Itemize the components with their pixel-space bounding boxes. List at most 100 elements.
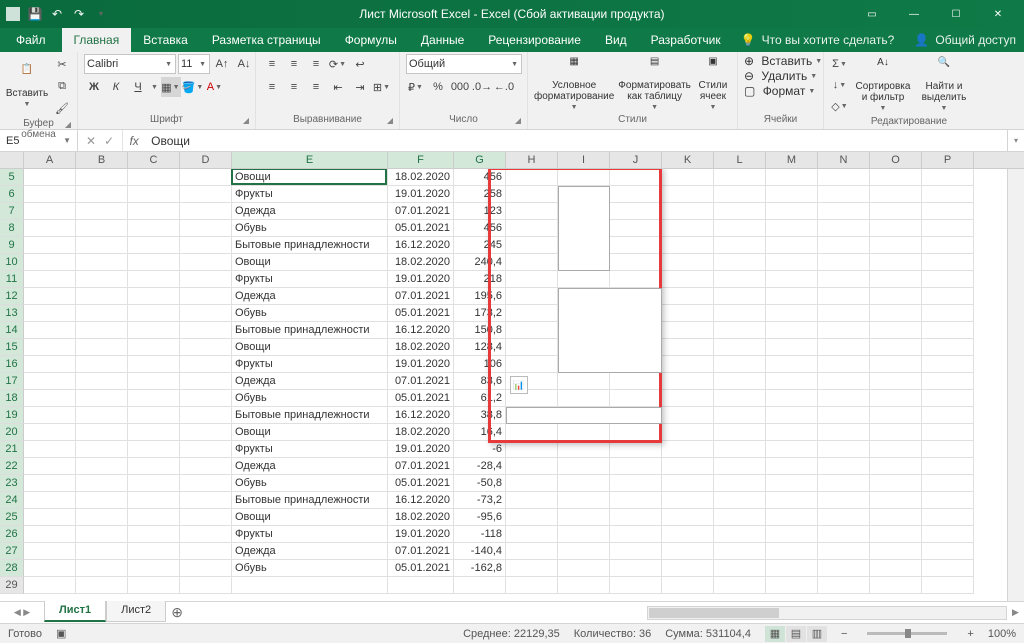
- cell[interactable]: Фрукты: [232, 356, 388, 373]
- cell[interactable]: [870, 509, 922, 526]
- cell[interactable]: [610, 458, 662, 475]
- zoom-slider[interactable]: [867, 632, 947, 635]
- cell[interactable]: [714, 305, 766, 322]
- cell[interactable]: [870, 407, 922, 424]
- cell[interactable]: 07.01.2021: [388, 543, 454, 560]
- cell[interactable]: [180, 407, 232, 424]
- cell[interactable]: 18.02.2020: [388, 339, 454, 356]
- row-header[interactable]: 8: [0, 220, 24, 237]
- col-header-O[interactable]: O: [870, 152, 922, 168]
- cell[interactable]: 173,2: [454, 305, 506, 322]
- row-header[interactable]: 26: [0, 526, 24, 543]
- zoom-level[interactable]: 100%: [988, 628, 1016, 640]
- add-sheet-button[interactable]: ⊕: [166, 602, 188, 623]
- cell[interactable]: [714, 271, 766, 288]
- cell[interactable]: [506, 305, 558, 322]
- cell[interactable]: -95,6: [454, 509, 506, 526]
- cell[interactable]: [610, 390, 662, 407]
- cell[interactable]: [128, 322, 180, 339]
- sheet-nav[interactable]: ◀ ▶: [0, 602, 44, 623]
- undo-icon[interactable]: ↶: [50, 7, 64, 21]
- cell[interactable]: [922, 373, 974, 390]
- cell[interactable]: [506, 288, 558, 305]
- cell[interactable]: [506, 220, 558, 237]
- cell[interactable]: [870, 339, 922, 356]
- cell[interactable]: [818, 322, 870, 339]
- cell[interactable]: [662, 373, 714, 390]
- cell[interactable]: [766, 373, 818, 390]
- cell[interactable]: [870, 271, 922, 288]
- cell[interactable]: [76, 220, 128, 237]
- cell[interactable]: [180, 373, 232, 390]
- cell[interactable]: [818, 169, 870, 186]
- col-header-B[interactable]: B: [76, 152, 128, 168]
- cell[interactable]: [662, 271, 714, 288]
- cell[interactable]: [610, 509, 662, 526]
- cell[interactable]: [558, 492, 610, 509]
- cell[interactable]: [870, 220, 922, 237]
- cell[interactable]: [506, 254, 558, 271]
- cell[interactable]: [610, 237, 662, 254]
- cell[interactable]: [180, 203, 232, 220]
- increase-font-icon[interactable]: A↑: [212, 54, 232, 74]
- cell[interactable]: [558, 169, 610, 186]
- cell[interactable]: [818, 254, 870, 271]
- cell[interactable]: [714, 254, 766, 271]
- cell[interactable]: [24, 526, 76, 543]
- border-button[interactable]: ▦▼: [161, 77, 181, 97]
- copy-icon[interactable]: ⧉: [52, 76, 72, 96]
- cell[interactable]: [818, 339, 870, 356]
- cell[interactable]: [922, 356, 974, 373]
- row-header[interactable]: 20: [0, 424, 24, 441]
- cell[interactable]: [714, 288, 766, 305]
- cell[interactable]: [506, 322, 558, 339]
- cell[interactable]: [506, 492, 558, 509]
- cell[interactable]: [24, 458, 76, 475]
- cell[interactable]: [922, 492, 974, 509]
- cell[interactable]: 07.01.2021: [388, 458, 454, 475]
- cell[interactable]: [662, 475, 714, 492]
- row-header[interactable]: 5: [0, 169, 24, 186]
- cell[interactable]: [76, 339, 128, 356]
- col-header-C[interactable]: C: [128, 152, 180, 168]
- cell[interactable]: 07.01.2021: [388, 373, 454, 390]
- clipboard-launcher-icon[interactable]: ◢: [62, 120, 74, 132]
- col-header-N[interactable]: N: [818, 152, 870, 168]
- cell[interactable]: [870, 560, 922, 577]
- cell[interactable]: [818, 526, 870, 543]
- sheet-tab-1[interactable]: Лист1: [44, 601, 106, 622]
- cell[interactable]: 18.02.2020: [388, 509, 454, 526]
- cell[interactable]: [662, 254, 714, 271]
- ribbon-display-icon[interactable]: ▭: [852, 3, 892, 25]
- row-header[interactable]: 24: [0, 492, 24, 509]
- col-header-A[interactable]: A: [24, 152, 76, 168]
- cell[interactable]: [180, 237, 232, 254]
- cut-icon[interactable]: ✂: [52, 54, 72, 74]
- cell[interactable]: [766, 526, 818, 543]
- cell[interactable]: [870, 305, 922, 322]
- cell[interactable]: [818, 305, 870, 322]
- cell[interactable]: [870, 288, 922, 305]
- cell[interactable]: 16.12.2020: [388, 322, 454, 339]
- cell[interactable]: [818, 407, 870, 424]
- cell[interactable]: [506, 169, 558, 186]
- cell[interactable]: [76, 424, 128, 441]
- cell[interactable]: [180, 271, 232, 288]
- cell[interactable]: [922, 220, 974, 237]
- cell[interactable]: [818, 220, 870, 237]
- sort-filter-button[interactable]: A↓Сортировка и фильтр▼: [854, 56, 912, 114]
- cell[interactable]: [76, 237, 128, 254]
- cell[interactable]: [24, 288, 76, 305]
- cell[interactable]: [870, 203, 922, 220]
- cell[interactable]: [610, 203, 662, 220]
- cell[interactable]: [922, 407, 974, 424]
- save-icon[interactable]: 💾: [28, 7, 42, 21]
- cell[interactable]: [766, 475, 818, 492]
- cell[interactable]: 18.02.2020: [388, 424, 454, 441]
- cell[interactable]: [818, 509, 870, 526]
- cell[interactable]: Овощи: [232, 339, 388, 356]
- cell[interactable]: [76, 441, 128, 458]
- cell[interactable]: Обувь: [232, 305, 388, 322]
- comma-icon[interactable]: 000: [450, 77, 470, 97]
- cell[interactable]: [714, 373, 766, 390]
